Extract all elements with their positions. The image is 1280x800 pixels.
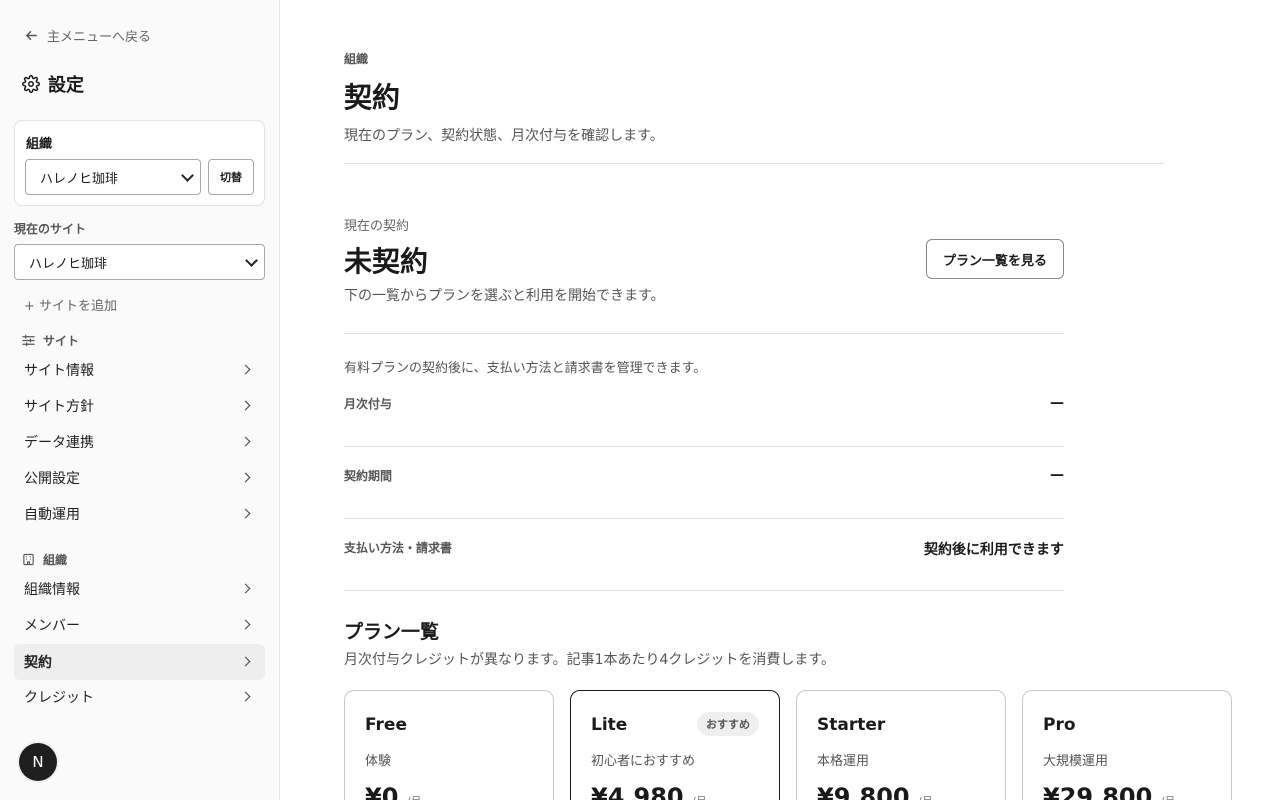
gear-icon [22,75,40,93]
user-avatar[interactable]: N [19,743,57,781]
organization-section-title: 組織 [43,553,68,567]
view-plans-button[interactable]: プラン一覧を見る [926,239,1064,279]
sidebar-item-label: クレジット [24,690,94,706]
add-site-link[interactable]: + サイトを追加 [24,295,117,314]
switch-organization-button[interactable]: 切替 [208,159,254,195]
sidebar-item-label: メンバー [24,618,80,634]
plan-subtitle: 大規模運用 [1043,754,1109,769]
detail-value: — [1050,395,1064,411]
detail-label: 契約期間 [344,469,393,483]
sidebar-item-contract[interactable]: 契約 [14,644,265,680]
plan-card-lite[interactable]: Lite おすすめ 初心者におすすめ ¥4,980 /月 [570,690,780,800]
sidebar-item-label: 契約 [24,655,52,671]
sidebar-item-site-policy[interactable]: サイト方針 [14,388,265,424]
plan-name: Starter [817,715,886,735]
chevron-right-icon [240,364,251,375]
plans-section-title: プラン一覧 [344,621,440,643]
organization-section-heading: 組織 [22,551,67,568]
plan-card-free[interactable]: Free 体験 ¥0 /月 [344,690,554,800]
plan-subtitle: 初心者におすすめ [591,754,696,769]
sidebar-item-label: 組織情報 [24,582,80,598]
detail-label: 月次付与 [344,397,393,411]
detail-row-monthly-grant: 月次付与 — [344,375,1064,447]
detail-value: 契約後に利用できます [924,542,1064,558]
organization-switcher: 組織 ハレノヒ珈琲 切替 [14,120,265,206]
contract-description: 下の一覧からプランを選ぶと利用を開始できます。 [344,288,665,304]
sidebar-item-label: 自動運用 [24,507,80,523]
chevron-down-icon [181,169,194,182]
sidebar-item-members[interactable]: メンバー [14,607,265,643]
sidebar-item-credits[interactable]: クレジット [14,679,265,715]
sidebar-item-label: データ連携 [24,435,94,451]
chevron-right-icon [240,508,251,519]
chevron-right-icon [240,583,251,594]
site-section-title: サイト [43,334,80,348]
plan-price-unit: /月 [407,795,422,800]
chevron-down-icon [245,254,258,267]
plan-card-pro[interactable]: Pro 大規模運用 ¥29,800 /月 [1022,690,1232,800]
plan-price: ¥0 /月 [365,783,421,800]
divider [344,333,1064,334]
recommended-badge: おすすめ [697,712,759,736]
organization-select[interactable]: ハレノヒ珈琲 [25,159,201,195]
current-contract-label: 現在の契約 [344,219,410,234]
chevron-right-icon [240,436,251,447]
divider [344,163,1164,164]
contract-status: 未契約 [344,245,429,278]
back-link-label: 主メニューへ戻る [47,30,152,45]
plan-subtitle: 本格運用 [817,754,870,769]
contract-page: 組織 契約 現在のプラン、契約状態、月次付与を確認します。 現在の契約 未契約 … [280,0,1280,800]
settings-heading: 設定 [22,71,84,97]
sidebar-item-organization-info[interactable]: 組織情報 [14,571,265,607]
plans-section-description: 月次付与クレジットが異なります。記事1本あたり4クレジットを消費します。 [344,652,836,668]
arrow-left-icon [26,31,37,40]
page-title: 契約 [344,81,401,114]
page-description: 現在のプラン、契約状態、月次付与を確認します。 [344,128,664,144]
plan-subtitle: 体験 [365,754,392,769]
plan-price-amount: ¥9,800 [817,783,910,800]
plan-price-unit: /月 [692,795,707,800]
page-eyebrow: 組織 [344,52,369,66]
billing-note: 有料プランの契約後に、支払い方法と請求書を管理できます。 [344,361,707,376]
sliders-icon [22,334,35,347]
plan-price-amount: ¥0 [365,783,399,800]
sidebar-item-publish-settings[interactable]: 公開設定 [14,460,265,496]
settings-title: 設定 [48,75,84,96]
plan-price-unit: /月 [918,795,933,800]
chevron-right-icon [240,656,251,667]
plan-name: Pro [1043,715,1076,735]
detail-label: 支払い方法・請求書 [344,541,453,555]
plan-price-amount: ¥29,800 [1043,783,1153,800]
plan-price-unit: /月 [1161,795,1176,800]
sidebar-item-label: サイト情報 [24,363,94,379]
chevron-right-icon [240,619,251,630]
plan-name: Free [365,715,407,735]
site-select[interactable]: ハレノヒ珈琲 [14,244,265,280]
sidebar-item-site-info[interactable]: サイト情報 [14,352,265,388]
plan-price: ¥4,980 /月 [591,783,707,800]
settings-sidebar: 主メニューへ戻る 設定 組織 ハレノヒ珈琲 切替 現在のサイト ハレノヒ珈琲 +… [0,0,280,800]
site-section-heading: サイト [22,332,79,349]
sidebar-item-data-integration[interactable]: データ連携 [14,424,265,460]
site-select-value: ハレノヒ珈琲 [29,256,108,272]
plan-price: ¥29,800 /月 [1043,783,1175,800]
plan-price: ¥9,800 /月 [817,783,933,800]
back-to-main-menu-link[interactable]: 主メニューへ戻る [24,26,151,45]
detail-row-payment-invoice: 支払い方法・請求書 契約後に利用できます [344,519,1064,591]
plan-price-amount: ¥4,980 [591,783,684,800]
current-site-label: 現在のサイト [14,222,87,236]
detail-row-contract-period: 契約期間 — [344,447,1064,519]
sidebar-item-auto-operation[interactable]: 自動運用 [14,496,265,532]
chevron-right-icon [240,400,251,411]
detail-value: — [1050,467,1064,483]
sidebar-item-label: 公開設定 [24,471,80,487]
building-icon [23,553,34,566]
plan-name: Lite [591,715,628,735]
sidebar-item-label: サイト方針 [24,399,94,415]
plan-card-starter[interactable]: Starter 本格運用 ¥9,800 /月 [796,690,1006,800]
chevron-right-icon [240,472,251,483]
organization-label: 組織 [26,137,53,152]
chevron-right-icon [240,691,251,702]
organization-select-value: ハレノヒ珈琲 [40,171,119,187]
